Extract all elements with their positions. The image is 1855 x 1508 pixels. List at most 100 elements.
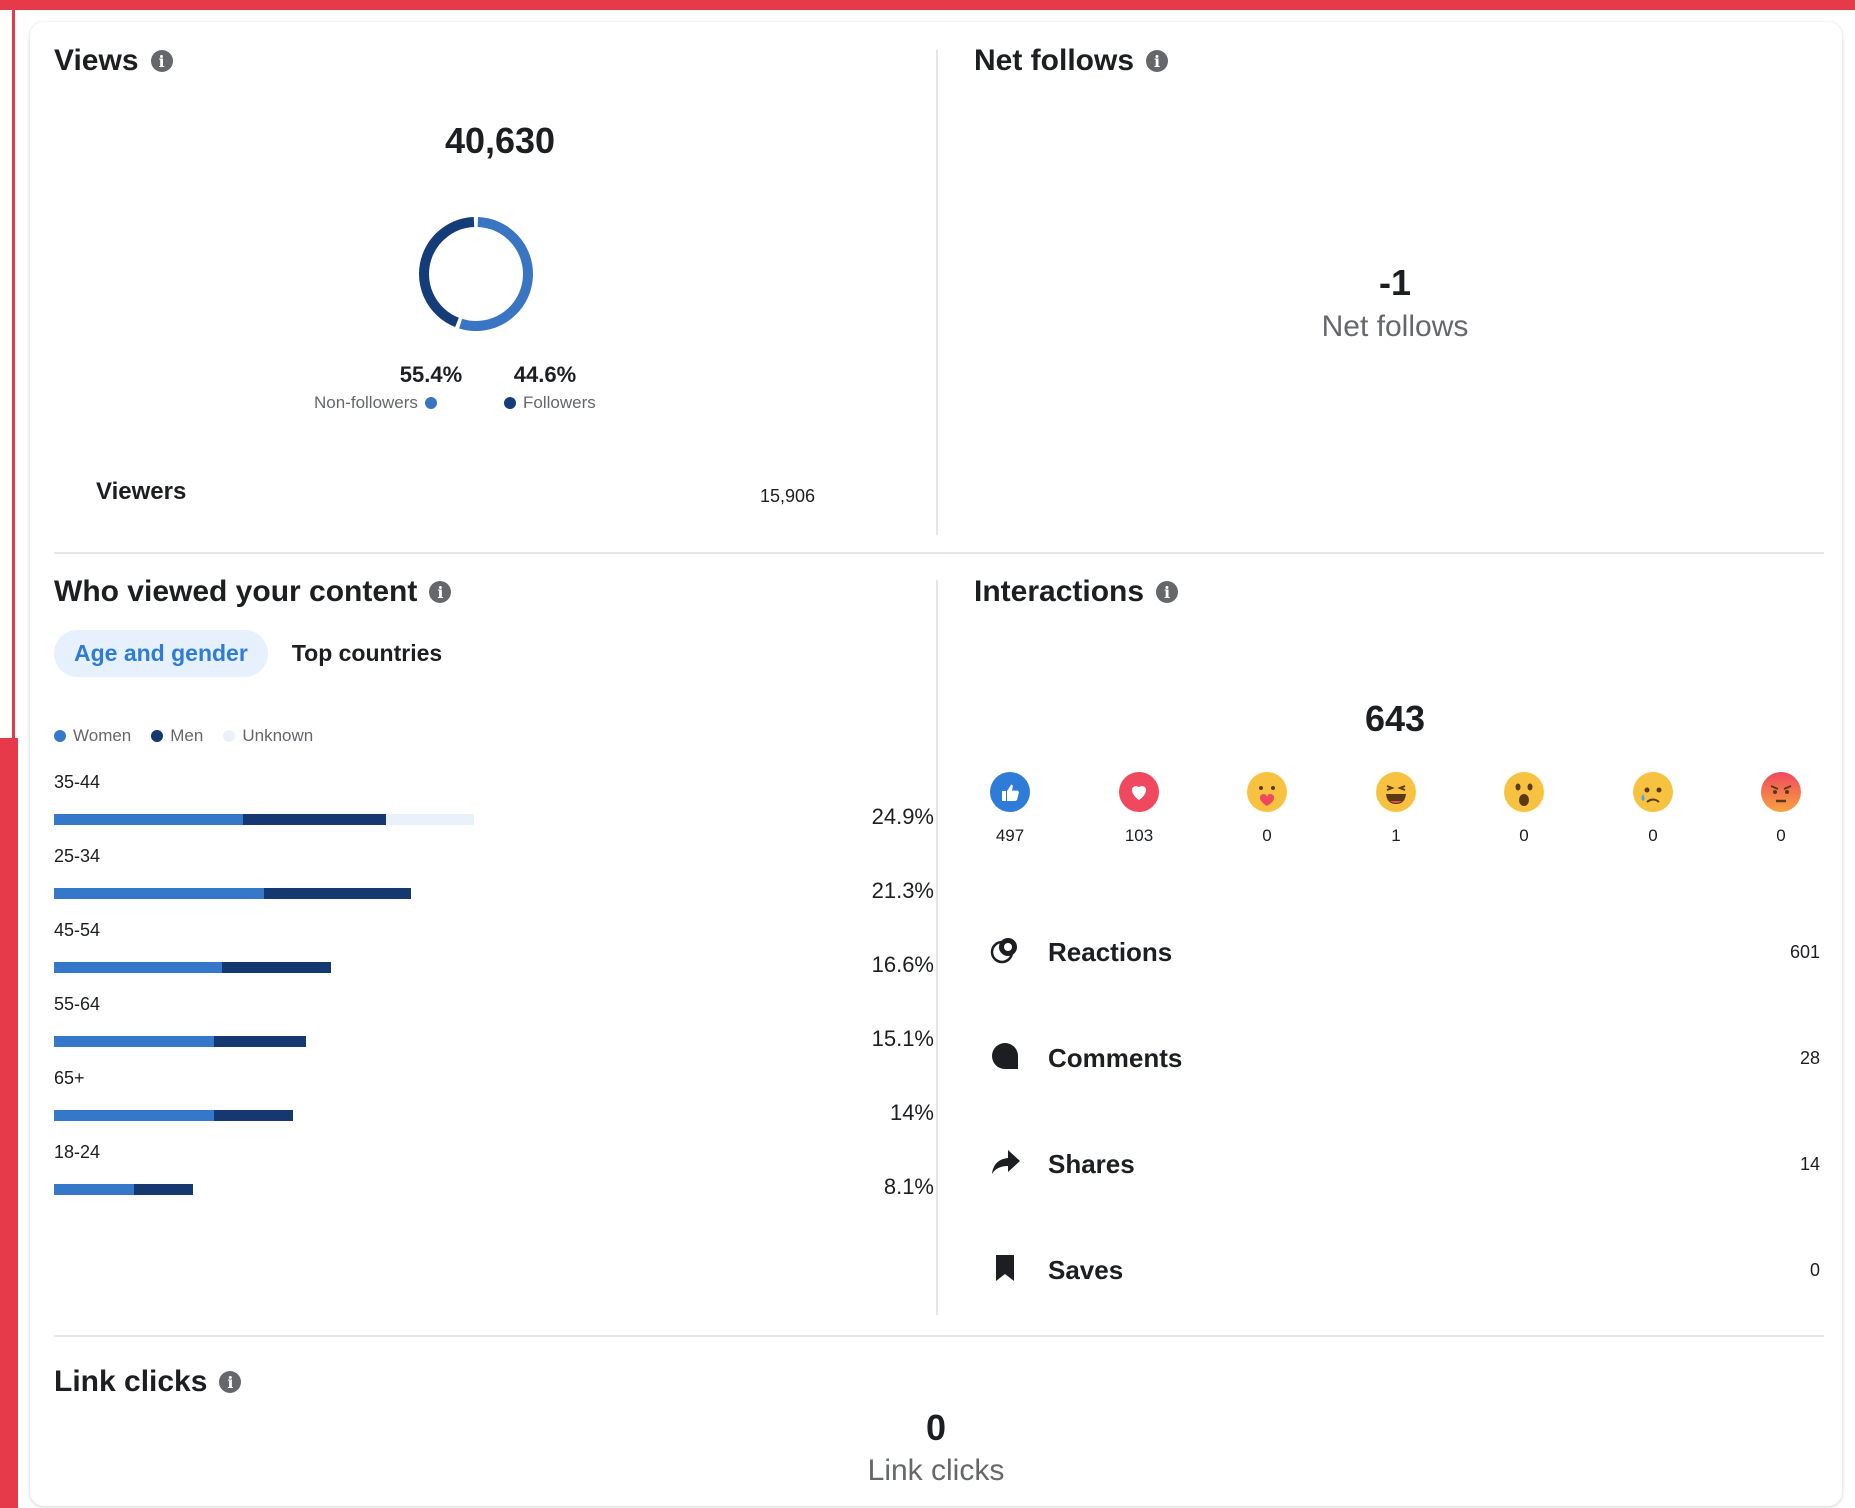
wow-icon	[1504, 772, 1544, 812]
age-row: 45-54 16.6%	[54, 920, 934, 994]
women-bar-segment	[54, 1184, 134, 1195]
info-icon[interactable]: i	[219, 1371, 242, 1393]
viewers-label: Viewers	[96, 478, 187, 505]
followers-dot	[504, 397, 516, 409]
followers-legend: Followers	[504, 393, 596, 413]
reaction-sad: 0	[1613, 772, 1693, 846]
insights-card: Views i 40,630 55.4% 44.6% Non-followers…	[30, 22, 1842, 1506]
women-bar-segment	[54, 888, 264, 899]
like-icon	[990, 772, 1030, 812]
reaction-count: 0	[1262, 826, 1272, 845]
women-bar-segment	[54, 962, 222, 973]
age-pct: 16.6%	[871, 952, 934, 977]
row-label: Reactions	[1048, 936, 1173, 967]
comments-icon	[990, 1041, 1030, 1076]
info-icon[interactable]: i	[1156, 581, 1179, 603]
link-clicks-title: Link clicks	[54, 1365, 208, 1398]
care-icon	[1247, 772, 1287, 812]
age-bar	[54, 1184, 193, 1195]
age-bar	[54, 1036, 306, 1047]
unknown-dot	[223, 730, 236, 742]
tab-age-and-gender[interactable]: Age and gender	[54, 630, 268, 677]
men-bar-segment	[213, 1110, 294, 1121]
interaction-row-reactions: Reactions 601	[990, 922, 1820, 982]
followers-pct: 44.6%	[513, 362, 577, 387]
donut-followers-segment	[419, 217, 533, 331]
reaction-care: 0	[1227, 772, 1307, 846]
row-value: 14	[1799, 1153, 1820, 1174]
net-follows-value: -1	[1378, 262, 1411, 303]
link-clicks-label: Link clicks	[867, 1454, 1005, 1487]
age-pct: 8.1%	[883, 1174, 934, 1199]
followers-label: Followers	[523, 393, 596, 412]
info-icon[interactable]: i	[1146, 50, 1169, 72]
age-label: 55-64	[54, 994, 101, 1014]
interactions-total: 643	[1364, 698, 1426, 739]
age-pct: 15.1%	[871, 1026, 934, 1051]
row-label: Comments	[1048, 1042, 1183, 1073]
reaction-count: 1	[1391, 826, 1401, 845]
frame-top-border	[0, 0, 1855, 10]
sad-icon	[1633, 772, 1673, 812]
age-bar	[54, 888, 411, 899]
reaction-count: 0	[1648, 826, 1658, 845]
age-row: 55-64 15.1%	[54, 994, 934, 1068]
reaction-wow: 0	[1484, 772, 1564, 846]
men-dot	[151, 730, 164, 742]
haha-icon	[1376, 772, 1416, 812]
net-follows-label: Net follows	[1321, 310, 1469, 343]
interaction-row-shares: Shares 14	[990, 1134, 1820, 1194]
info-icon[interactable]: i	[429, 581, 452, 603]
views-donut-chart	[419, 217, 533, 331]
love-icon	[1119, 772, 1159, 812]
interaction-row-saves: Saves 0	[990, 1240, 1820, 1300]
frame-left-border	[12, 0, 15, 740]
interactions-title: Interactions	[974, 575, 1145, 608]
interaction-row-comments: Comments 28	[990, 1028, 1820, 1088]
row-label: Saves	[1048, 1254, 1124, 1285]
age-label: 45-54	[54, 920, 101, 940]
legend-unknown: Unknown	[223, 726, 313, 746]
age-bar	[54, 1110, 294, 1121]
angry-icon	[1761, 772, 1801, 812]
women-dot	[54, 730, 66, 742]
women-bar-segment	[54, 1110, 214, 1121]
non-followers-label: Non-followers	[314, 393, 418, 412]
shares-icon	[990, 1147, 1030, 1182]
bottom-divider	[54, 1335, 1824, 1337]
reaction-count: 0	[1519, 826, 1529, 845]
who-viewed-tabs: Age and gender Top countries	[54, 630, 446, 677]
non-followers-legend: Non-followers	[314, 393, 437, 413]
non-followers-dot	[424, 397, 437, 409]
age-row: 35-44 24.9%	[54, 772, 934, 846]
interactions-header: Interactions i	[974, 575, 1179, 609]
info-icon[interactable]: i	[150, 50, 173, 72]
tab-top-countries[interactable]: Top countries	[288, 630, 446, 677]
bottom-vertical-divider	[936, 580, 938, 1315]
unknown-bar-segment	[385, 814, 474, 825]
age-row: 65+ 14%	[54, 1068, 934, 1142]
reaction-count: 103	[1124, 826, 1154, 845]
women-bar-segment	[54, 1036, 214, 1047]
viewers-value: 15,906	[760, 486, 816, 506]
reaction-like: 497	[970, 772, 1050, 846]
net-follows-header: Net follows i	[974, 44, 1169, 78]
views-header: Views i	[54, 44, 173, 78]
age-label: 35-44	[54, 772, 101, 792]
age-gender-legend: Women Men Unknown	[54, 726, 313, 746]
age-pct: 24.9%	[871, 804, 934, 829]
views-title: Views	[54, 44, 139, 77]
age-label: 65+	[54, 1068, 85, 1088]
link-clicks-value: 0	[925, 1407, 947, 1448]
reaction-love: 103	[1099, 772, 1179, 846]
reaction-count: 0	[1776, 826, 1786, 845]
legend-women: Women	[54, 726, 131, 746]
men-bar-segment	[133, 1184, 193, 1195]
net-follows-title: Net follows	[974, 44, 1135, 77]
middle-divider	[54, 552, 1824, 554]
men-bar-segment	[213, 1036, 306, 1047]
age-bar	[54, 962, 332, 973]
men-bar-segment	[222, 962, 332, 973]
legend-men: Men	[151, 726, 203, 746]
frame-left-bar	[0, 738, 18, 1508]
